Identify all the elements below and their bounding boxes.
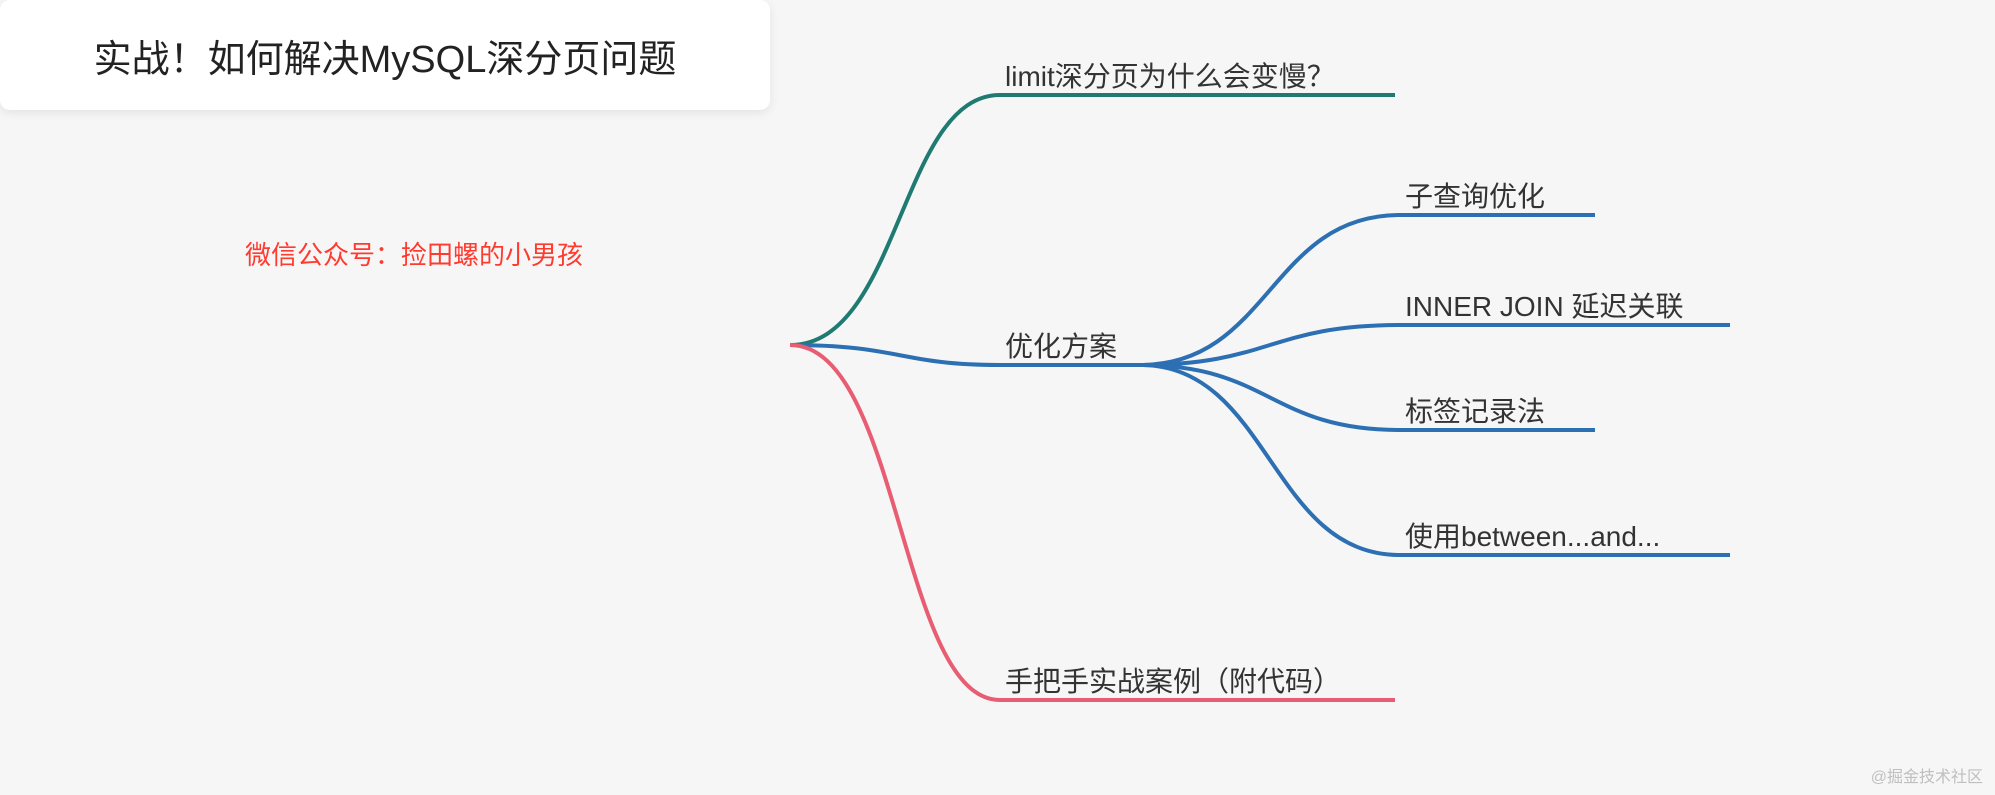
leaf-subquery[interactable]: 子查询优化 [1405, 175, 1545, 215]
subtitle-text: 微信公众号：捡田螺的小男孩 [245, 235, 583, 272]
watermark-text: @掘金技术社区 [1871, 763, 1983, 787]
branch-limit-slow[interactable]: limit深分页为什么会变慢？ [1005, 55, 1335, 95]
root-label: 实战！如何解决MySQL深分页问题 [94, 28, 677, 83]
leaf-tag-record[interactable]: 标签记录法 [1405, 390, 1545, 430]
mindmap-canvas: { "subtitle": "微信公众号：捡田螺的小男孩", "root": "… [0, 0, 1995, 795]
connector-lines [0, 0, 1995, 795]
branch-practice[interactable]: 手把手实战案例（附代码） [1005, 660, 1341, 700]
branch-optimize[interactable]: 优化方案 [1005, 325, 1117, 365]
leaf-between-and[interactable]: 使用between...and... [1405, 515, 1660, 555]
root-node[interactable]: 实战！如何解决MySQL深分页问题 [0, 0, 770, 110]
leaf-inner-join[interactable]: INNER JOIN 延迟关联 [1405, 285, 1683, 325]
